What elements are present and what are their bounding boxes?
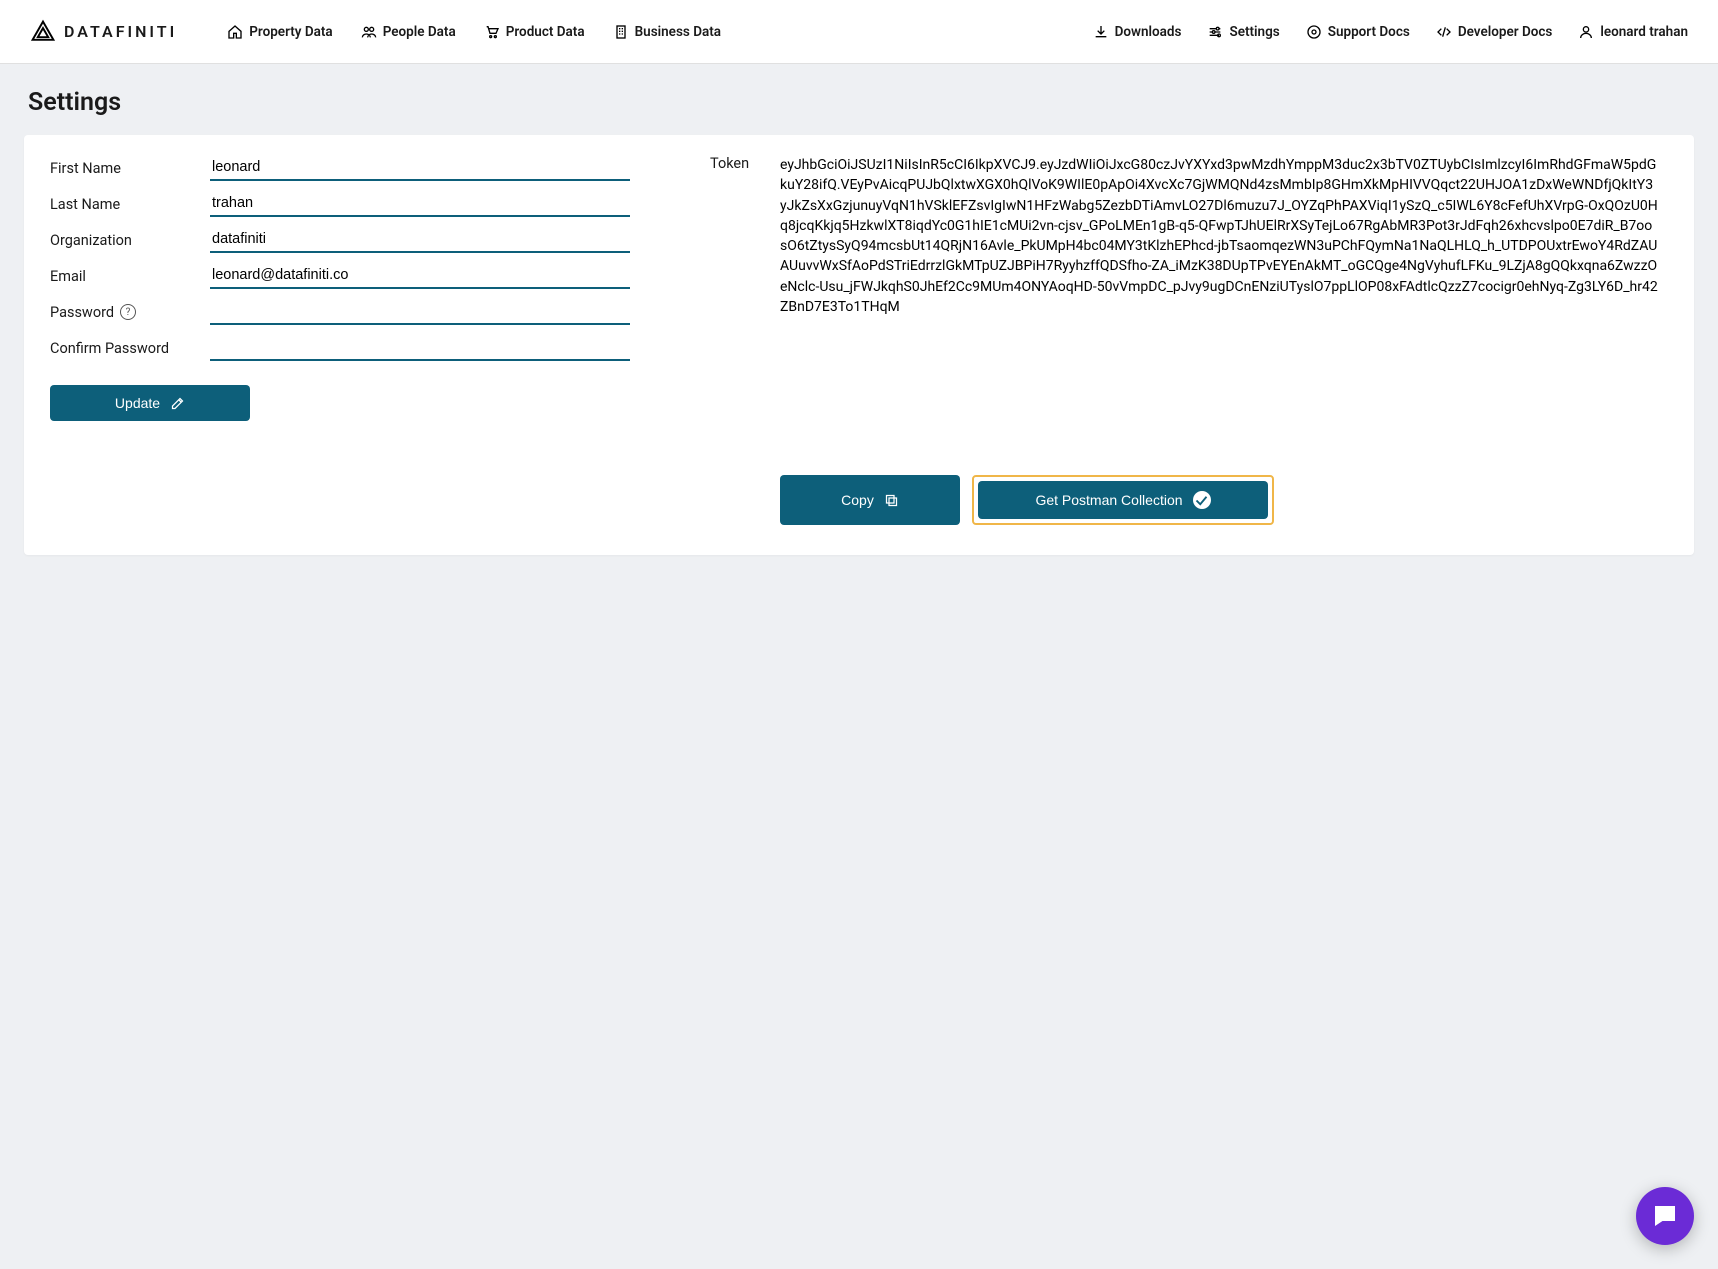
postman-icon — [1193, 491, 1211, 509]
last-name-label: Last Name — [50, 196, 210, 213]
nav-people-data[interactable]: People Data — [361, 24, 456, 40]
sliders-icon — [1207, 24, 1223, 40]
first-name-input[interactable] — [210, 155, 630, 181]
password-label: Password ? — [50, 304, 210, 321]
first-name-label: First Name — [50, 160, 210, 177]
nav-developer-docs[interactable]: Developer Docs — [1436, 24, 1553, 40]
profile-form: First Name Last Name Organization Email … — [50, 155, 630, 525]
nav-support-docs[interactable]: Support Docs — [1306, 24, 1410, 40]
copy-button[interactable]: Copy — [780, 475, 960, 525]
settings-card: First Name Last Name Organization Email … — [24, 135, 1694, 555]
download-icon — [1093, 24, 1109, 40]
token-textarea[interactable] — [780, 155, 1668, 461]
logo-mark-icon — [30, 19, 56, 45]
last-name-input[interactable] — [210, 191, 630, 217]
nav-business-data[interactable]: Business Data — [613, 24, 721, 40]
help-icon[interactable]: ? — [120, 304, 136, 320]
confirm-password-label: Confirm Password — [50, 340, 210, 357]
nav-product-data[interactable]: Product Data — [484, 24, 585, 40]
nav-user-menu[interactable]: leonard trahan — [1578, 24, 1688, 40]
home-icon — [227, 24, 243, 40]
building-icon — [613, 24, 629, 40]
email-input[interactable] — [210, 263, 630, 289]
organization-input[interactable] — [210, 227, 630, 253]
brand-text: DATAFINITI — [64, 22, 177, 41]
nav-property-data[interactable]: Property Data — [227, 24, 332, 40]
support-icon — [1306, 24, 1322, 40]
email-label: Email — [50, 268, 210, 285]
cart-icon — [484, 24, 500, 40]
token-label: Token — [710, 155, 760, 461]
nav-settings[interactable]: Settings — [1207, 24, 1279, 40]
edit-icon — [170, 396, 185, 411]
nav-downloads[interactable]: Downloads — [1093, 24, 1182, 40]
brand-logo[interactable]: DATAFINITI — [30, 19, 177, 45]
get-postman-button[interactable]: Get Postman Collection — [978, 481, 1268, 519]
postman-highlight: Get Postman Collection — [972, 475, 1274, 525]
update-button[interactable]: Update — [50, 385, 250, 421]
code-icon — [1436, 24, 1452, 40]
token-section: Token Copy Get Postman Collection — [710, 155, 1668, 525]
password-input[interactable] — [210, 299, 630, 325]
chat-icon — [1650, 1201, 1680, 1231]
top-nav: DATAFINITI Property Data People Data Pro… — [0, 0, 1718, 64]
user-icon — [1578, 24, 1594, 40]
organization-label: Organization — [50, 232, 210, 249]
copy-icon — [884, 493, 899, 508]
chat-widget-button[interactable] — [1636, 1187, 1694, 1245]
confirm-password-input[interactable] — [210, 335, 630, 361]
page-title: Settings — [0, 64, 1718, 135]
people-icon — [361, 24, 377, 40]
